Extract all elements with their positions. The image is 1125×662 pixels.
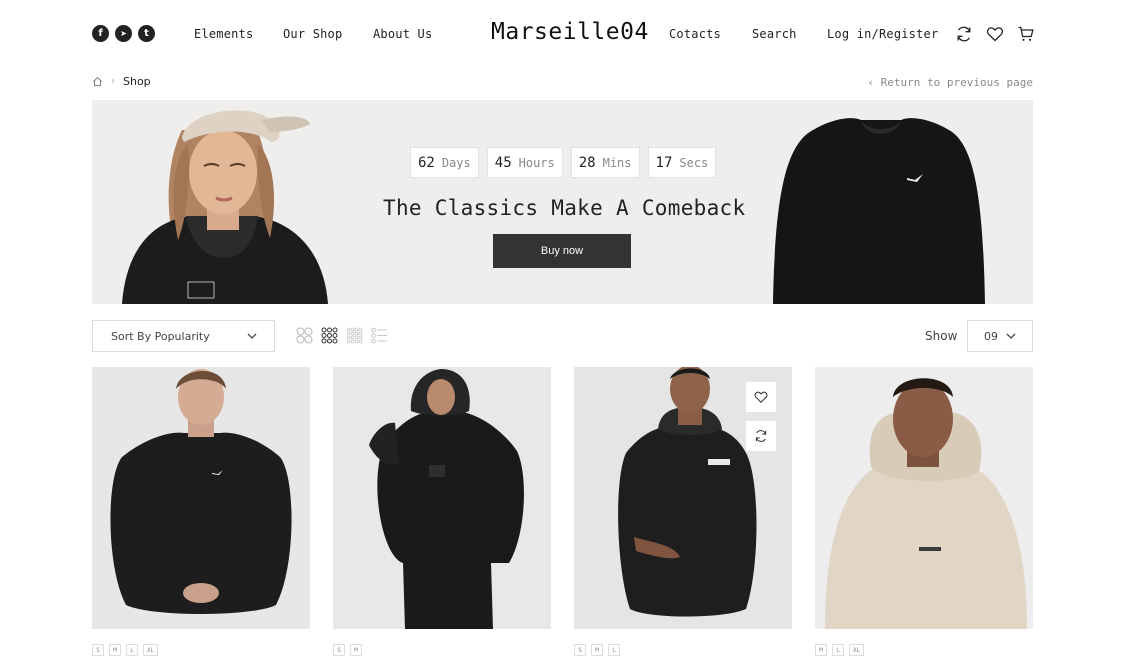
compare-icon: [755, 430, 767, 442]
product-image[interactable]: [815, 367, 1033, 629]
banner-sweatshirt-image: [773, 118, 985, 304]
cart-icon[interactable]: [1016, 24, 1036, 44]
chevron-down-icon: [1006, 333, 1016, 339]
size-option[interactable]: L: [126, 644, 138, 656]
size-option[interactable]: XL: [143, 644, 159, 656]
site-header: f ➤ t Elements Our Shop About Us Marseil…: [0, 0, 1125, 68]
grid-4-icon[interactable]: [346, 327, 363, 344]
size-option[interactable]: S: [574, 644, 586, 656]
telegram-icon[interactable]: ➤: [115, 25, 132, 42]
chevron-down-icon: [247, 333, 257, 339]
size-options: S M: [333, 644, 551, 656]
size-option[interactable]: S: [92, 644, 104, 656]
countdown-days: 62 Days: [410, 147, 479, 178]
promo-banner: 62 Days 45 Hours 28 Mins 17 Secs The Cla…: [92, 100, 1033, 304]
nav-our-shop[interactable]: Our Shop: [283, 27, 342, 41]
refresh-icon[interactable]: [954, 24, 974, 44]
product-card[interactable]: S M L XL: [92, 367, 310, 656]
size-option[interactable]: L: [832, 644, 844, 656]
size-option[interactable]: L: [608, 644, 620, 656]
breadcrumb-current: Shop: [123, 75, 151, 88]
size-options: M L XL: [815, 644, 1033, 656]
banner-title: The Classics Make A Comeback: [383, 196, 746, 220]
twitter-icon[interactable]: t: [138, 25, 155, 42]
product-photo: [815, 367, 1033, 629]
nav-elements[interactable]: Elements: [194, 27, 253, 41]
buy-now-button[interactable]: Buy now: [493, 234, 631, 268]
countdown-unit: Secs: [679, 155, 709, 170]
product-image[interactable]: [333, 367, 551, 629]
size-options: S M L XL: [92, 644, 310, 656]
heart-icon: [754, 391, 768, 403]
size-option[interactable]: M: [815, 644, 827, 656]
heart-icon[interactable]: [985, 24, 1005, 44]
banner-model-image: [122, 110, 328, 304]
countdown-timer: 62 Days 45 Hours 28 Mins 17 Secs: [410, 147, 717, 178]
countdown-unit: Days: [441, 155, 471, 170]
countdown-value: 45: [494, 154, 512, 171]
countdown-unit: Mins: [602, 155, 632, 170]
breadcrumb: › Shop: [92, 75, 151, 88]
sort-value: Sort By Popularity: [111, 329, 210, 343]
countdown-value: 62: [418, 154, 435, 171]
product-card[interactable]: S M L: [574, 367, 792, 656]
site-logo[interactable]: Marseille04: [491, 19, 649, 45]
nav-login-register[interactable]: Log in/Register: [827, 27, 938, 41]
product-card[interactable]: M L XL: [815, 367, 1033, 656]
product-photo: [92, 367, 310, 629]
return-previous-page-link[interactable]: ‹ Return to previous page: [867, 76, 1033, 89]
sort-select[interactable]: Sort By Popularity: [92, 320, 275, 352]
size-option[interactable]: M: [591, 644, 603, 656]
countdown-unit: Hours: [518, 155, 555, 170]
social-links: f ➤ t: [92, 25, 155, 42]
product-photo: [333, 367, 551, 629]
countdown-mins: 28 Mins: [570, 147, 640, 178]
per-page-value: 09: [984, 329, 998, 343]
list-icon[interactable]: [371, 327, 388, 344]
countdown-secs: 17 Secs: [647, 147, 717, 178]
compare-button[interactable]: [746, 421, 776, 451]
nav-contacts[interactable]: Cotacts: [669, 27, 721, 41]
nav-about-us[interactable]: About Us: [373, 27, 432, 41]
wishlist-button[interactable]: [746, 382, 776, 412]
product-card[interactable]: S M: [333, 367, 551, 656]
size-option[interactable]: S: [333, 644, 345, 656]
countdown-value: 17: [655, 154, 673, 171]
facebook-icon[interactable]: f: [92, 25, 109, 42]
view-switcher: [296, 327, 388, 344]
show-label: Show: [925, 329, 958, 343]
grid-2-icon[interactable]: [296, 327, 313, 344]
size-option[interactable]: M: [350, 644, 362, 656]
breadcrumb-separator: ›: [111, 76, 115, 87]
size-options: S M L: [574, 644, 792, 656]
home-icon[interactable]: [92, 76, 103, 87]
product-image[interactable]: [574, 367, 792, 629]
size-option[interactable]: M: [109, 644, 121, 656]
per-page-select[interactable]: 09: [967, 320, 1033, 352]
countdown-hours: 45 Hours: [486, 147, 563, 178]
countdown-value: 28: [578, 154, 596, 171]
nav-search[interactable]: Search: [752, 27, 797, 41]
grid-3-icon[interactable]: [321, 327, 338, 344]
product-image[interactable]: [92, 367, 310, 629]
size-option[interactable]: XL: [849, 644, 865, 656]
